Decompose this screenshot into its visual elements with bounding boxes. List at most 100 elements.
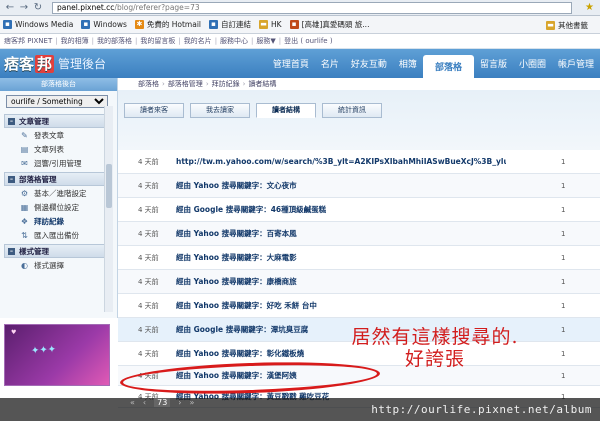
- breadcrumb: 部落格 › 部落格管理 › 拜訪紀錄 › 讀者結構: [118, 78, 600, 90]
- nav-friends[interactable]: 好友互動: [345, 49, 393, 78]
- tab-stats[interactable]: 統計資訊: [322, 103, 382, 118]
- nav-card[interactable]: 名片: [315, 49, 345, 78]
- pagination: « ‹ 73 › »: [130, 398, 202, 407]
- reload-icon[interactable]: ↻: [32, 2, 44, 14]
- bookmark-item[interactable]: ▪ Windows Media: [3, 20, 73, 29]
- table-row: 4 天前 經由 Yahoo 搜尋關鍵字：大麻電影 1: [118, 246, 600, 270]
- current-page: 73: [154, 398, 171, 407]
- page-icon: ▪: [3, 20, 12, 29]
- table-row: 4 天前 經由 Yahoo 搜尋關鍵字：康橋商旅 1: [118, 270, 600, 294]
- nav-account[interactable]: 帳戶管理: [552, 49, 600, 78]
- document-icon: ▤: [20, 144, 29, 154]
- page-icon: ▪: [81, 20, 91, 29]
- breadcrumb-item[interactable]: 部落格: [138, 79, 159, 89]
- scrollbar-thumb[interactable]: [106, 164, 112, 208]
- table-row: 4 天前 經由 Yahoo 搜尋關鍵字：好吃 禾餅 台中 1: [118, 294, 600, 318]
- breadcrumb-item[interactable]: 部落格管理: [168, 79, 203, 89]
- next-page-button[interactable]: ›: [178, 398, 181, 407]
- banner-brand-icon: ♥: [11, 329, 17, 336]
- top-link[interactable]: 服務▼: [256, 36, 275, 46]
- sidebar-item-visits[interactable]: ❖ 拜訪紀錄: [0, 214, 117, 228]
- import-export-icon: ⇅: [21, 230, 28, 240]
- sidebar-item-comments[interactable]: ✉ 迴響/引用管理: [0, 156, 117, 170]
- sidebar-scrollbar[interactable]: [104, 106, 113, 312]
- main-nav: 管理首頁 名片 好友互動 相簿 部落格 留言版 小圈圈 帳戶管理: [267, 49, 600, 78]
- collapse-icon: –: [8, 247, 15, 255]
- table-row: 4 天前 http://tw.m.yahoo.com/w/search/%3B_y…: [118, 150, 600, 174]
- top-link[interactable]: 登出 ( ourlife ): [284, 36, 332, 46]
- sidebar-item-list[interactable]: ▤ 文章列表: [0, 142, 117, 156]
- breadcrumb-item: 讀者結構: [248, 80, 277, 88]
- browser-toolbar: ← → ↻ panel.pixnet.cc/blog/referer?page=…: [0, 0, 600, 16]
- last-page-button[interactable]: »: [190, 398, 195, 407]
- top-link[interactable]: 服務中心: [220, 36, 248, 46]
- bookmark-item[interactable]: ✱ 免費的 Hotmail: [134, 19, 201, 30]
- sidebar-item-backup[interactable]: ⇅ 匯入匯出備份: [0, 228, 117, 242]
- referrer-link[interactable]: http://tw.m.yahoo.com/w/search/%3B_ylt=A…: [176, 157, 506, 166]
- sidebar-item-settings[interactable]: ⚙ 基本／進階設定: [0, 186, 117, 200]
- section-style[interactable]: – 樣式管理: [4, 244, 113, 258]
- annotation-line: 居然有這樣搜尋的.: [351, 326, 519, 348]
- url-domain: panel.pixnet.cc: [57, 2, 115, 12]
- watermark-text: http://ourlife.pixnet.net/album: [371, 403, 592, 416]
- first-page-button[interactable]: «: [130, 398, 135, 407]
- prev-page-button[interactable]: ‹: [143, 398, 146, 407]
- top-link[interactable]: 我的留言板: [140, 36, 175, 46]
- nav-album[interactable]: 相簿: [393, 49, 423, 78]
- top-link[interactable]: 痞客邦 PIXNET: [4, 36, 52, 46]
- sidebar-item-widgets[interactable]: ▦ 側邊欄位設定: [0, 200, 117, 214]
- layout-icon: ▦: [20, 202, 29, 212]
- top-link[interactable]: 我的名片: [184, 36, 212, 46]
- app-header: 痞客邦 管理後台 管理首頁 名片 好友互動 相簿 部落格 留言版 小圈圈 帳戶管…: [0, 49, 600, 78]
- referrer-link[interactable]: 經由 Yahoo 搜尋關鍵字：好吃 禾餅 台中: [176, 300, 506, 311]
- tab-visits-out[interactable]: 我去讀家: [190, 103, 250, 118]
- nav-home[interactable]: 管理首頁: [267, 49, 315, 78]
- section-blog[interactable]: – 部落格管理: [4, 172, 113, 186]
- back-icon[interactable]: ←: [4, 2, 16, 14]
- bookmark-folder[interactable]: ▬ HK: [259, 20, 282, 29]
- sub-tabs: 讀者來客 我去讀家 讀者結構 統計資訊: [124, 103, 388, 118]
- page-icon: ▪: [209, 20, 218, 29]
- bookmark-item[interactable]: ▪ [高雄]真愛碼頭 旅...: [289, 19, 369, 30]
- logo[interactable]: 痞客邦 管理後台: [4, 53, 106, 74]
- bookmark-item[interactable]: ▪ Windows: [81, 20, 127, 29]
- bookmark-star-icon[interactable]: ★: [585, 2, 594, 13]
- nav-blog[interactable]: 部落格: [422, 55, 474, 78]
- collapse-icon: –: [8, 117, 15, 125]
- bookmark-item[interactable]: ▪ 自訂連結: [209, 19, 251, 30]
- tab-readers[interactable]: 讀者來客: [124, 103, 184, 118]
- table-row: 4 天前 經由 Yahoo 搜尋關鍵字：百寄本風 1: [118, 222, 600, 246]
- referrer-link[interactable]: 經由 Yahoo 搜尋關鍵字：文心夜市: [176, 180, 506, 191]
- banner-brand-icon: ✦✦✦: [30, 344, 57, 357]
- referrer-link[interactable]: 經由 Yahoo 搜尋關鍵字：百寄本風: [176, 228, 506, 239]
- other-bookmarks[interactable]: ▬ 其他書籤: [546, 20, 588, 31]
- blog-select[interactable]: ourlife / Something: [6, 95, 108, 108]
- logo-text: 痞客邦: [4, 55, 55, 73]
- sidebar-title: 部落格後台: [0, 78, 117, 91]
- watermark-bar: http://ourlife.pixnet.net/album: [0, 398, 600, 421]
- annotation-line: 好誇張: [404, 348, 465, 370]
- referrer-link[interactable]: 經由 Yahoo 搜尋關鍵字：康橋商旅: [176, 276, 506, 287]
- folder-icon: ▬: [259, 20, 268, 29]
- sidebar-banner-image[interactable]: ♥ ✦✦✦: [4, 324, 110, 386]
- sidebar-item-post[interactable]: ✎ 發表文章: [0, 128, 117, 142]
- top-link[interactable]: 我的部落格: [97, 36, 132, 46]
- referrer-link[interactable]: 經由 Yahoo 搜尋關鍵字：大麻電影: [176, 252, 506, 263]
- forward-icon[interactable]: →: [18, 2, 30, 14]
- tab-panel: 讀者來客 我去讀家 讀者結構 統計資訊: [118, 90, 600, 150]
- table-row: 4 天前 經由 Google 搜尋關鍵字：46種頂級鹹蛋糕 1: [118, 198, 600, 222]
- breadcrumb-item[interactable]: 拜訪紀錄: [212, 79, 240, 89]
- address-bar[interactable]: panel.pixnet.cc/blog/referer?page=73: [52, 1, 572, 14]
- sidebar-item-theme[interactable]: ◐ 樣式選擇: [0, 258, 117, 272]
- section-article[interactable]: – 文章管理: [4, 114, 113, 128]
- footprint-icon: ❖: [20, 216, 29, 226]
- table-row: 4 天前 經由 Yahoo 搜尋關鍵字：文心夜市 1: [118, 174, 600, 198]
- tab-structure[interactable]: 讀者結構: [256, 103, 316, 118]
- palette-icon: ◐: [21, 260, 28, 270]
- sidebar: 部落格後台 ourlife / Something – 文章管理 ✎ 發表文章 ▤ 文…: [0, 78, 118, 318]
- header-subtitle: 管理後台: [58, 57, 107, 71]
- top-link[interactable]: 我的相簿: [61, 36, 89, 46]
- nav-groups[interactable]: 小圈圈: [513, 49, 552, 78]
- nav-guestbook[interactable]: 留言版: [474, 49, 513, 78]
- referrer-link[interactable]: 經由 Google 搜尋關鍵字：46種頂級鹹蛋糕: [176, 204, 506, 215]
